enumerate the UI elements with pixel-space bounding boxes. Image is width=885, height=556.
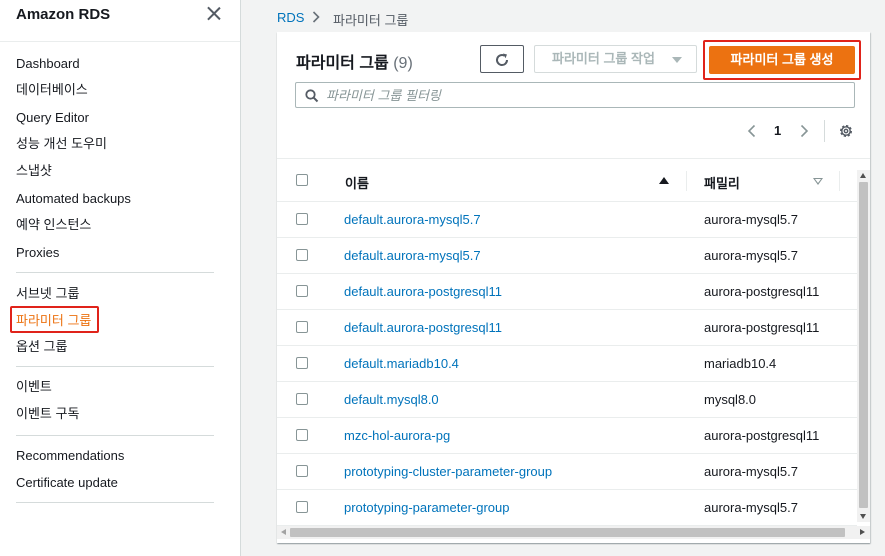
- sort-ascending-icon[interactable]: [659, 177, 669, 184]
- sidebar-item-events[interactable]: 이벤트: [16, 379, 52, 395]
- parameter-group-link[interactable]: prototyping-parameter-group: [344, 500, 509, 515]
- vertical-scroll-thumb[interactable]: [859, 182, 868, 508]
- next-page-icon[interactable]: [797, 124, 811, 138]
- parameter-group-family: mariadb10.4: [704, 356, 777, 371]
- column-header-family[interactable]: 패밀리: [704, 173, 740, 192]
- parameter-group-family: aurora-mysql5.7: [704, 248, 798, 263]
- column-header-name[interactable]: 이름: [345, 173, 369, 192]
- row-checkbox[interactable]: [296, 357, 308, 369]
- row-checkbox[interactable]: [296, 501, 308, 513]
- sidebar-item-recommendations[interactable]: Recommendations: [16, 448, 124, 464]
- gear-icon[interactable]: [838, 123, 854, 139]
- parameter-group-link[interactable]: prototyping-cluster-parameter-group: [344, 464, 552, 479]
- sidebar-item-databases[interactable]: 데이터베이스: [16, 82, 88, 98]
- search-icon: [305, 89, 319, 103]
- row-checkbox[interactable]: [296, 321, 308, 333]
- parameter-group-link[interactable]: mzc-hol-aurora-pg: [344, 428, 450, 443]
- refresh-icon: [496, 53, 509, 66]
- sidebar: Amazon RDS Dashboard 데이터베이스 Query Editor…: [0, 0, 241, 556]
- current-page-number[interactable]: 1: [774, 123, 781, 138]
- parameter-group-family: aurora-postgresql11: [704, 428, 820, 443]
- sidebar-divider: [16, 366, 214, 367]
- sidebar-header: Amazon RDS: [0, 0, 240, 42]
- row-checkbox[interactable]: [296, 249, 308, 261]
- scroll-up-icon[interactable]: [860, 173, 866, 178]
- horizontal-scroll-thumb[interactable]: [290, 528, 845, 537]
- breadcrumb-current: 파라미터 그룹: [333, 13, 409, 28]
- parameter-group-link[interactable]: default.aurora-mysql5.7: [344, 248, 481, 263]
- sidebar-title: Amazon RDS: [16, 6, 111, 23]
- parameter-group-link[interactable]: default.mariadb10.4: [344, 356, 459, 371]
- sidebar-item-dashboard[interactable]: Dashboard: [16, 56, 80, 72]
- sidebar-item-proxies[interactable]: Proxies: [16, 245, 59, 261]
- table-header: 이름 패밀리: [277, 158, 870, 202]
- table-row: mzc-hol-aurora-pg aurora-postgresql11: [277, 418, 857, 454]
- sidebar-divider: [16, 272, 214, 273]
- sidebar-item-parameter-groups[interactable]: 파라미터 그룹: [16, 313, 91, 329]
- table-row: default.aurora-mysql5.7 aurora-mysql5.7: [277, 238, 857, 274]
- panel-title-text: 파라미터 그룹: [296, 55, 389, 72]
- parameter-group-link[interactable]: default.mysql8.0: [344, 392, 439, 407]
- sidebar-item-query-editor[interactable]: Query Editor: [16, 110, 89, 126]
- parameter-group-link[interactable]: default.aurora-mysql5.7: [344, 212, 481, 227]
- chevron-down-icon: [672, 57, 682, 63]
- table-row: default.mariadb10.4 mariadb10.4: [277, 346, 857, 382]
- item-count: (9): [393, 55, 413, 72]
- sidebar-item-automated-backups[interactable]: Automated backups: [16, 191, 131, 207]
- sidebar-item-snapshots[interactable]: 스냅샷: [16, 163, 52, 179]
- parameter-group-family: aurora-mysql5.7: [704, 212, 798, 227]
- sidebar-item-subnet-groups[interactable]: 서브넷 그룹: [16, 286, 79, 302]
- close-icon[interactable]: [205, 5, 223, 23]
- table-row: default.aurora-mysql5.7 aurora-mysql5.7: [277, 202, 857, 238]
- create-parameter-group-button[interactable]: 파라미터 그룹 생성: [709, 46, 855, 74]
- parameter-group-family: aurora-postgresql11: [704, 284, 820, 299]
- row-checkbox[interactable]: [296, 393, 308, 405]
- row-checkbox[interactable]: [296, 429, 308, 441]
- pagination-divider: [824, 120, 825, 142]
- sidebar-item-option-groups[interactable]: 옵션 그룹: [16, 339, 67, 355]
- table-row: prototyping-parameter-group aurora-mysql…: [277, 490, 857, 526]
- table-row: default.aurora-postgresql11 aurora-postg…: [277, 274, 857, 310]
- breadcrumb-separator-icon: [312, 11, 320, 26]
- column-divider: [686, 171, 687, 191]
- sidebar-divider: [16, 435, 214, 436]
- parameter-group-family: aurora-mysql5.7: [704, 464, 798, 479]
- page-title: 파라미터 그룹 (9): [296, 49, 413, 73]
- sort-descending-icon[interactable]: [813, 178, 823, 185]
- horizontal-scrollbar[interactable]: [277, 526, 870, 539]
- vertical-scrollbar[interactable]: [857, 170, 870, 522]
- parameter-groups-panel: 파라미터 그룹 (9) 파라미터 그룹 작업 파라미터 그룹 생성 1: [277, 32, 870, 543]
- refresh-button[interactable]: [480, 45, 524, 73]
- parameter-group-family: aurora-postgresql11: [704, 320, 820, 335]
- scroll-right-icon[interactable]: [860, 529, 865, 535]
- column-divider: [839, 171, 840, 191]
- parameter-group-family: mysql8.0: [704, 392, 757, 407]
- filter-field[interactable]: [295, 82, 855, 108]
- sidebar-divider: [16, 502, 214, 503]
- parameter-group-link[interactable]: default.aurora-postgresql11: [344, 320, 502, 335]
- filter-input[interactable]: [326, 86, 846, 104]
- scroll-left-icon[interactable]: [281, 529, 286, 535]
- table-row: default.mysql8.0 mysql8.0: [277, 382, 857, 418]
- sidebar-item-reserved-instances[interactable]: 예약 인스턴스: [16, 217, 91, 233]
- breadcrumb-rds[interactable]: RDS: [277, 10, 304, 25]
- select-all-checkbox[interactable]: [296, 174, 308, 186]
- sidebar-item-performance-insights[interactable]: 성능 개선 도우미: [16, 136, 107, 152]
- parameter-group-family: aurora-mysql5.7: [704, 500, 798, 515]
- parameter-group-link[interactable]: default.aurora-postgresql11: [344, 284, 502, 299]
- scroll-down-icon[interactable]: [860, 514, 866, 519]
- row-checkbox[interactable]: [296, 465, 308, 477]
- actions-label: 파라미터 그룹 작업: [552, 51, 655, 66]
- parameter-group-actions-button[interactable]: 파라미터 그룹 작업: [534, 45, 697, 73]
- table-row: default.aurora-postgresql11 aurora-postg…: [277, 310, 857, 346]
- row-checkbox[interactable]: [296, 213, 308, 225]
- table-row: prototyping-cluster-parameter-group auro…: [277, 454, 857, 490]
- previous-page-icon[interactable]: [745, 124, 759, 138]
- row-checkbox[interactable]: [296, 285, 308, 297]
- create-button-highlight: 파라미터 그룹 생성: [703, 40, 861, 80]
- sidebar-item-certificate-update[interactable]: Certificate update: [16, 475, 118, 491]
- sidebar-item-event-subscriptions[interactable]: 이벤트 구독: [16, 406, 79, 422]
